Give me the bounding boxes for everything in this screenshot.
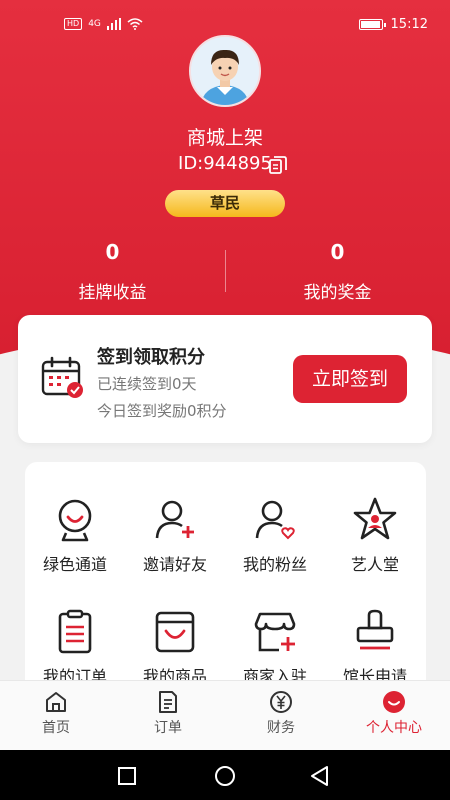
my-orders-icon — [58, 609, 92, 654]
calendar-check-icon — [41, 356, 83, 398]
menu-item-merchant-join[interactable]: 商家入驻 — [225, 608, 325, 687]
menu-label: 邀请好友 — [142, 555, 207, 574]
menu-item-my-orders[interactable]: 我的订单 — [25, 608, 125, 687]
tab-label: 个人中心 — [366, 720, 422, 736]
checkin-reward: 今日签到奖励0积分 — [97, 402, 227, 420]
menu-label: 绿色通道 — [42, 555, 107, 574]
merchant-join-icon — [254, 612, 296, 652]
fans-icon — [255, 500, 295, 540]
system-navigation-bar — [0, 750, 450, 800]
menu-item-my-products[interactable]: 我的商品 — [125, 608, 225, 687]
menu-item-green-channel[interactable]: 绿色通道 — [25, 496, 125, 575]
tab-label: 财务 — [267, 720, 295, 736]
nickname: 商城上架 — [186, 127, 263, 149]
battery-icon — [358, 19, 386, 30]
network-type: 4G — [88, 19, 101, 29]
level-badge: 草民 — [165, 190, 285, 217]
green-channel-icon — [58, 499, 92, 542]
invite-friend-icon — [155, 500, 194, 539]
stat-my-bonus[interactable]: 0 我的奖金 — [225, 240, 450, 303]
tab-finance[interactable]: 财务 — [225, 689, 337, 737]
signal-icon — [106, 18, 121, 30]
clock: 15:12 — [390, 17, 428, 32]
bottom-tab-bar: 首页 订单 财务 个人中心 — [0, 680, 450, 750]
stat-listing-income-label: 挂牌收益 — [78, 283, 147, 303]
avatar[interactable] — [189, 35, 261, 107]
curator-apply-icon — [356, 609, 394, 650]
checkin-card: 签到领取积分 已连续签到0天 今日签到奖励0积分 立即签到 — [18, 315, 432, 443]
tab-label: 首页 — [42, 720, 70, 736]
menu-label: 我的粉丝 — [242, 555, 307, 574]
avatar-boy-icon — [191, 37, 259, 105]
my-products-icon — [155, 611, 195, 653]
tab-profile[interactable]: 个人中心 — [338, 689, 450, 737]
stat-my-bonus-label: 我的奖金 — [303, 283, 372, 303]
home-icon — [46, 692, 66, 712]
menu-item-fans[interactable]: 我的粉丝 — [225, 496, 325, 575]
profile-icon — [383, 691, 405, 713]
checkin-button[interactable]: 立即签到 — [293, 355, 407, 403]
copy-icon[interactable] — [268, 155, 288, 175]
tab-orders[interactable]: 订单 — [112, 689, 224, 737]
stat-listing-income-value: 0 — [105, 240, 120, 264]
artist-hall-icon — [353, 497, 397, 540]
hd-badge: HD — [64, 18, 83, 30]
checkin-streak: 已连续签到0天 — [97, 375, 197, 393]
stat-listing-income[interactable]: 0 挂牌收益 — [0, 240, 225, 303]
tab-label: 订单 — [154, 720, 182, 736]
back-icon[interactable] — [309, 765, 331, 787]
checkin-title: 签到领取积分 — [97, 347, 205, 368]
menu-grid: 绿色通道 邀请好友 我的粉丝 艺人堂 我的订单 我的商品 商家入驻 馆长申请 — [25, 462, 426, 702]
menu-item-curator-apply[interactable]: 馆长申请 — [325, 608, 425, 687]
user-id-row: ID:944895 — [0, 153, 450, 174]
menu-label: 艺人堂 — [350, 555, 399, 574]
menu-item-artist-hall[interactable]: 艺人堂 — [325, 496, 425, 575]
stat-my-bonus-value: 0 — [330, 240, 345, 264]
finance-icon — [270, 691, 292, 713]
tab-home[interactable]: 首页 — [0, 689, 112, 737]
user-id: ID:944895 — [178, 153, 272, 174]
order-icon — [159, 691, 177, 713]
home-nav-icon[interactable] — [213, 764, 237, 788]
recents-icon[interactable] — [117, 766, 137, 786]
menu-item-invite-friend[interactable]: 邀请好友 — [125, 496, 225, 575]
wifi-icon — [127, 18, 143, 30]
